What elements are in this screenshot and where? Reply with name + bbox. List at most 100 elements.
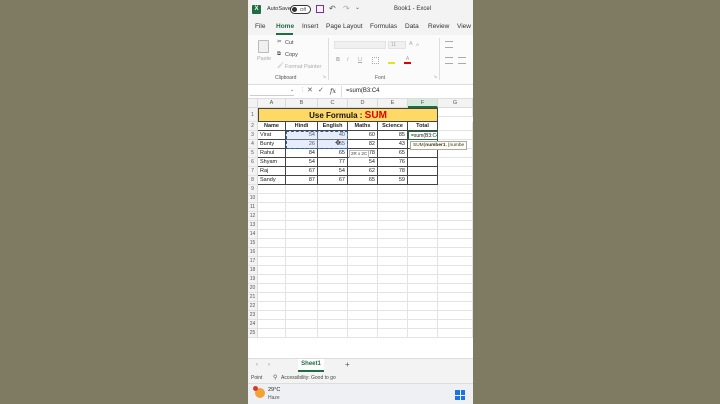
empty-cell[interactable] [408, 194, 438, 203]
empty-cell[interactable] [378, 230, 408, 239]
sheet-tab-sheet1[interactable]: Sheet1 [298, 359, 324, 372]
empty-cell[interactable] [378, 203, 408, 212]
clipboard-launcher-icon[interactable]: ↘ [322, 74, 326, 80]
table-cell-name[interactable]: Bunty [258, 140, 286, 149]
select-all-corner[interactable] [248, 99, 258, 108]
font-color-icon[interactable]: A [404, 56, 411, 64]
empty-cell[interactable] [438, 149, 473, 158]
empty-cell[interactable] [286, 248, 318, 257]
empty-cell[interactable] [258, 203, 286, 212]
table-cell-total[interactable] [408, 158, 438, 167]
row-header-17[interactable]: 17 [248, 257, 258, 266]
row-header-1[interactable]: 1 [248, 108, 258, 122]
name-box-dropdown-icon[interactable]: ⌄ [290, 87, 294, 93]
empty-cell[interactable] [408, 239, 438, 248]
table-cell-total[interactable] [408, 176, 438, 185]
header-cell-total[interactable]: Total [408, 122, 438, 131]
empty-cell[interactable] [438, 257, 473, 266]
column-header-a[interactable]: A [258, 99, 286, 108]
empty-cell[interactable] [378, 239, 408, 248]
table-cell-hindi[interactable]: 54 [286, 158, 318, 167]
row-header-25[interactable]: 25 [248, 329, 258, 338]
format-painter-button[interactable]: Format Painter [285, 64, 321, 70]
empty-cell[interactable] [408, 230, 438, 239]
empty-cell[interactable] [408, 248, 438, 257]
tab-view[interactable]: View [457, 23, 471, 30]
empty-cell[interactable] [348, 311, 378, 320]
align-top-icon[interactable] [445, 41, 453, 48]
grow-font-icon[interactable]: A [409, 41, 413, 47]
empty-cell[interactable] [286, 311, 318, 320]
empty-cell[interactable] [348, 275, 378, 284]
empty-cell[interactable] [286, 212, 318, 221]
row-header-3[interactable]: 3 [248, 131, 258, 140]
more-options-icon[interactable]: ⋮ [300, 87, 305, 93]
empty-cell[interactable] [378, 329, 408, 338]
empty-cell[interactable] [258, 284, 286, 293]
empty-cell[interactable] [378, 194, 408, 203]
weather-icon[interactable] [253, 386, 265, 398]
table-cell-name[interactable]: Rahul [258, 149, 286, 158]
header-cell-science[interactable]: Science [378, 122, 408, 131]
empty-cell[interactable] [408, 221, 438, 230]
empty-cell[interactable] [438, 275, 473, 284]
empty-cell[interactable] [408, 302, 438, 311]
empty-cell[interactable] [378, 302, 408, 311]
empty-cell[interactable] [318, 320, 348, 329]
row-header-16[interactable]: 16 [248, 248, 258, 257]
empty-cell[interactable] [348, 248, 378, 257]
empty-cell[interactable] [348, 239, 378, 248]
tab-formulas[interactable]: Formulas [370, 23, 397, 30]
table-cell-name[interactable]: Sandy [258, 176, 286, 185]
empty-cell[interactable] [408, 320, 438, 329]
table-cell-science[interactable]: 76 [378, 158, 408, 167]
empty-cell[interactable] [348, 203, 378, 212]
empty-cell[interactable] [318, 284, 348, 293]
empty-cell[interactable] [258, 311, 286, 320]
empty-cell[interactable] [348, 257, 378, 266]
empty-cell[interactable] [258, 257, 286, 266]
empty-cell[interactable] [378, 320, 408, 329]
empty-cell[interactable] [258, 320, 286, 329]
header-cell-maths[interactable]: Maths [348, 122, 378, 131]
empty-cell[interactable] [318, 203, 348, 212]
empty-cell[interactable] [438, 221, 473, 230]
empty-cell[interactable] [378, 248, 408, 257]
empty-cell[interactable] [348, 302, 378, 311]
column-header-f[interactable]: F [408, 99, 438, 108]
empty-cell[interactable] [438, 194, 473, 203]
row-header-11[interactable]: 11 [248, 203, 258, 212]
empty-cell[interactable] [258, 275, 286, 284]
table-cell-hindi[interactable]: 67 [286, 167, 318, 176]
table-cell-maths[interactable]: 62 [348, 167, 378, 176]
empty-cell[interactable] [378, 284, 408, 293]
empty-cell[interactable] [318, 266, 348, 275]
windows-start-icon[interactable] [455, 390, 465, 400]
table-cell-science[interactable]: 78 [378, 167, 408, 176]
empty-cell[interactable] [286, 320, 318, 329]
customize-icon[interactable]: ⌄ [355, 4, 360, 11]
empty-cell[interactable] [408, 293, 438, 302]
row-header-19[interactable]: 19 [248, 275, 258, 284]
empty-cell[interactable] [258, 302, 286, 311]
table-cell-english[interactable]: 67 [318, 176, 348, 185]
empty-cell[interactable] [258, 293, 286, 302]
column-header-c[interactable]: C [318, 99, 348, 108]
column-header-d[interactable]: D [348, 99, 378, 108]
tab-home[interactable]: Home [276, 23, 294, 30]
borders-icon[interactable] [372, 57, 379, 64]
empty-cell[interactable] [258, 221, 286, 230]
table-cell-total[interactable] [408, 167, 438, 176]
table-cell-maths[interactable]: 65 [348, 176, 378, 185]
empty-cell[interactable] [318, 221, 348, 230]
font-size-select[interactable]: 11 [388, 41, 406, 49]
empty-cell[interactable] [438, 239, 473, 248]
table-cell-science[interactable]: 59 [378, 176, 408, 185]
bold-button[interactable]: B [336, 57, 340, 63]
tab-review[interactable]: Review [428, 23, 449, 30]
empty-cell[interactable] [378, 266, 408, 275]
copy-button[interactable]: Copy [285, 52, 298, 58]
empty-cell[interactable] [408, 257, 438, 266]
empty-cell[interactable] [348, 284, 378, 293]
row-header-4[interactable]: 4 [248, 140, 258, 149]
